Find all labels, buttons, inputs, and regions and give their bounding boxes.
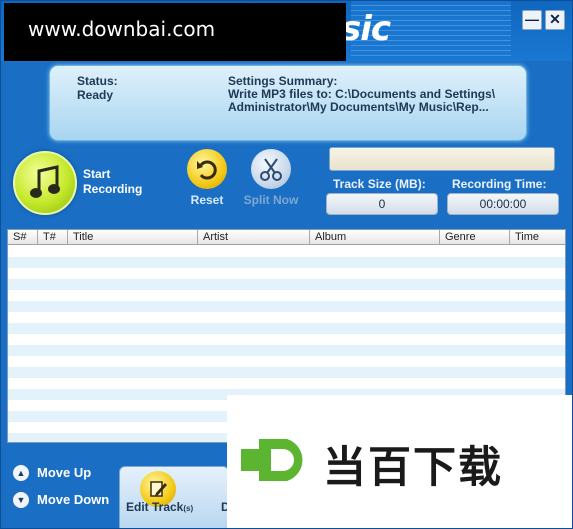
column-header-artist[interactable]: Artist [198,230,310,245]
watermark-chinese-text: 当百下载 [323,443,503,493]
move-up-label: Move Up [37,465,92,481]
edit-tracks-label: Edit Track(s) [126,500,193,514]
close-button[interactable]: ✕ [545,10,565,30]
column-header-serial[interactable]: S# [8,230,38,245]
watermark-url: www.downbai.com [4,3,346,61]
table-header: S# T# Title Artist Album Genre Time [8,230,565,245]
column-header-album[interactable]: Album [310,230,440,245]
column-header-genre[interactable]: Genre [440,230,510,245]
split-now-label: Split Now [243,193,299,207]
edit-tracks-suffix: (s) [183,504,194,513]
recording-level-bar [329,147,555,171]
downbai-logo-icon [241,439,303,481]
minimize-button[interactable]: — [522,10,542,30]
move-down-button[interactable]: ▼ Move Down [13,491,109,508]
settings-summary-value: Write MP3 files to: C:\Documents and Set… [228,87,496,114]
move-down-label: Move Down [37,492,110,508]
status-value: Ready [77,88,114,102]
edit-tracks-button[interactable]: Edit Track(s) [119,466,229,528]
split-now-button[interactable]: Split Now [241,149,301,207]
music-note-icon [30,165,60,198]
edit-tracks-text: Edit Track [126,500,184,514]
reset-label: Reset [190,193,224,207]
track-size-value: 0 [326,193,438,215]
undo-arrow-icon [187,149,227,189]
column-header-title[interactable]: Title [68,230,198,245]
settings-summary-label: Settings Summary: [228,74,338,88]
start-recording-button[interactable] [13,151,77,215]
arrow-down-icon: ▼ [13,491,29,508]
recording-time-label: Recording Time: [452,177,547,191]
reset-button[interactable]: Reset [177,149,237,207]
start-recording-label[interactable]: Start Recording [83,167,163,197]
scissors-icon [251,149,291,189]
status-label: Status: [77,74,118,88]
watermark-logo-block: 当百下载 [227,395,572,528]
app-title: sic [341,9,391,49]
move-up-button[interactable]: ▲ Move Up [13,464,91,481]
recording-time-value: 00:00:00 [447,193,559,215]
arrow-up-icon: ▲ [13,464,29,481]
status-panel: Status: Ready Settings Summary: Write MP… [49,65,527,141]
column-header-track[interactable]: T# [38,230,68,245]
app-window: sic — ✕ www.downbai.com Status: Ready Se… [0,0,573,529]
column-header-time[interactable]: Time [510,230,565,245]
track-size-label: Track Size (MB): [333,177,426,191]
